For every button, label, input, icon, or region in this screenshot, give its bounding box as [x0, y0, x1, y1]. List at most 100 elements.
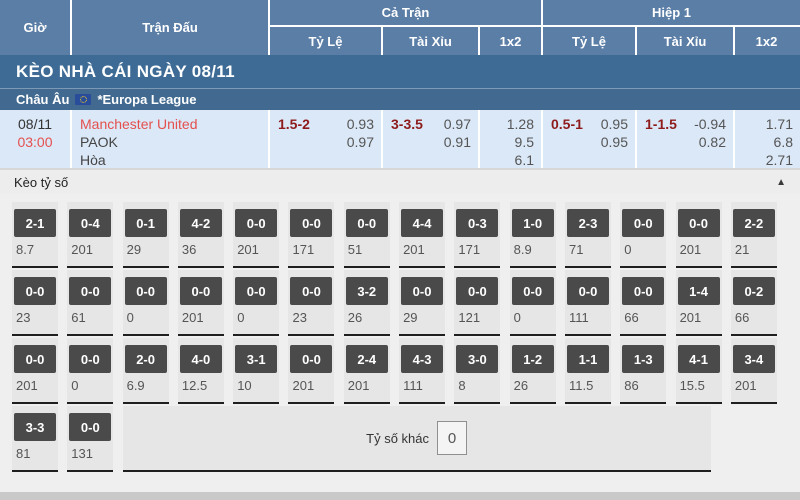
score-box[interactable]: 0-4: [69, 209, 111, 237]
score-box[interactable]: 4-4: [401, 209, 443, 237]
score-cell[interactable]: 0-066: [620, 270, 666, 336]
score-cell[interactable]: 0-029: [399, 270, 445, 336]
other-score-input[interactable]: [437, 421, 467, 455]
score-cell[interactable]: 2-221: [731, 202, 777, 268]
half-handicap-odd-away[interactable]: 0.95: [601, 133, 628, 151]
score-cell[interactable]: 0-00: [123, 270, 169, 336]
score-box[interactable]: 0-0: [678, 209, 720, 237]
score-cell[interactable]: 2-18.7: [12, 202, 58, 268]
score-cell[interactable]: 1-386: [620, 338, 666, 404]
score-cell[interactable]: 0-4201: [67, 202, 113, 268]
half-under-odd[interactable]: 0.82: [694, 133, 726, 151]
score-box[interactable]: 0-0: [622, 277, 664, 305]
score-box[interactable]: 1-0: [512, 209, 554, 237]
score-cell[interactable]: 3-08: [454, 338, 500, 404]
score-box[interactable]: 0-0: [290, 345, 332, 373]
score-box[interactable]: 2-2: [733, 209, 775, 237]
score-cell[interactable]: 0-051: [344, 202, 390, 268]
score-cell[interactable]: 3-4201: [731, 338, 777, 404]
full-1x2-cell[interactable]: 1.28 9.5 6.1: [480, 110, 543, 168]
score-cell[interactable]: 0-023: [288, 270, 334, 336]
score-cell[interactable]: 0-0201: [178, 270, 224, 336]
home-team[interactable]: Manchester United: [80, 115, 268, 133]
half-over-odd[interactable]: -0.94: [694, 115, 726, 133]
score-box[interactable]: 2-3: [567, 209, 609, 237]
score-box[interactable]: 0-0: [180, 277, 222, 305]
full-1x2-draw[interactable]: 6.1: [480, 151, 534, 169]
score-cell[interactable]: 0-0111: [565, 270, 611, 336]
score-cell[interactable]: 0-0121: [454, 270, 500, 336]
score-box[interactable]: 0-0: [290, 277, 332, 305]
score-cell[interactable]: 4-3111: [399, 338, 445, 404]
score-box[interactable]: 0-2: [733, 277, 775, 305]
score-box[interactable]: 3-0: [456, 345, 498, 373]
score-cell[interactable]: 3-381: [12, 406, 58, 472]
half-1x2-home[interactable]: 1.71: [735, 115, 793, 133]
score-box[interactable]: 0-0: [235, 277, 277, 305]
score-box[interactable]: 1-4: [678, 277, 720, 305]
score-cell[interactable]: 0-00: [233, 270, 279, 336]
score-box[interactable]: 3-1: [235, 345, 277, 373]
score-cell[interactable]: 4-4201: [399, 202, 445, 268]
score-cell[interactable]: 0-0201: [676, 202, 722, 268]
full-under-odd[interactable]: 0.91: [444, 133, 471, 151]
score-box[interactable]: 0-0: [622, 209, 664, 237]
score-cell[interactable]: 2-4201: [344, 338, 390, 404]
score-cell[interactable]: 0-00: [620, 202, 666, 268]
score-cell[interactable]: 4-012.5: [178, 338, 224, 404]
half-handicap-cell[interactable]: 0.5-1 0.95 0.95: [543, 110, 637, 168]
score-box[interactable]: 0-1: [125, 209, 167, 237]
score-box[interactable]: 0-0: [125, 277, 167, 305]
full-over-odd[interactable]: 0.97: [444, 115, 471, 133]
collapse-arrow-icon[interactable]: ▲: [776, 177, 786, 188]
score-cell[interactable]: 3-226: [344, 270, 390, 336]
match-teams-cell[interactable]: Manchester United PAOK Hòa: [72, 110, 270, 168]
score-cell[interactable]: 1-4201: [676, 270, 722, 336]
full-handicap-odd-home[interactable]: 0.93: [347, 115, 374, 133]
full-handicap-odd-away[interactable]: 0.97: [347, 133, 374, 151]
score-box[interactable]: 1-2: [512, 345, 554, 373]
score-cell[interactable]: 0-266: [731, 270, 777, 336]
score-cell[interactable]: 1-111.5: [565, 338, 611, 404]
score-box[interactable]: 4-2: [180, 209, 222, 237]
score-box[interactable]: 0-0: [69, 345, 111, 373]
full-1x2-away[interactable]: 9.5: [480, 133, 534, 151]
score-box[interactable]: 0-0: [235, 209, 277, 237]
half-handicap-odd-home[interactable]: 0.95: [601, 115, 628, 133]
score-box[interactable]: 1-3: [622, 345, 664, 373]
score-box[interactable]: 3-2: [346, 277, 388, 305]
score-cell[interactable]: 4-236: [178, 202, 224, 268]
half-overunder-cell[interactable]: 1-1.5 -0.94 0.82: [637, 110, 735, 168]
score-cell[interactable]: 0-0201: [233, 202, 279, 268]
score-cell[interactable]: 1-226: [510, 338, 556, 404]
score-cell[interactable]: 0-129: [123, 202, 169, 268]
score-section-bar[interactable]: Kèo tỷ số ▲: [0, 168, 800, 194]
score-box[interactable]: 0-0: [346, 209, 388, 237]
full-1x2-home[interactable]: 1.28: [480, 115, 534, 133]
score-cell[interactable]: 0-00: [510, 270, 556, 336]
score-cell[interactable]: 0-00: [67, 338, 113, 404]
league-row[interactable]: Châu Âu *Europa League: [0, 88, 800, 110]
score-box[interactable]: 0-0: [567, 277, 609, 305]
half-1x2-cell[interactable]: 1.71 6.8 2.71: [735, 110, 800, 168]
score-cell[interactable]: 3-110: [233, 338, 279, 404]
half-1x2-away[interactable]: 6.8: [735, 133, 793, 151]
score-box[interactable]: 3-3: [14, 413, 56, 441]
score-box[interactable]: 0-0: [14, 277, 56, 305]
score-box[interactable]: 0-0: [401, 277, 443, 305]
score-cell[interactable]: 0-061: [67, 270, 113, 336]
score-cell[interactable]: 0-0131: [67, 406, 113, 472]
score-box[interactable]: 0-0: [69, 277, 111, 305]
score-box[interactable]: 4-1: [678, 345, 720, 373]
score-box[interactable]: 0-3: [456, 209, 498, 237]
bottom-scrollbar[interactable]: [0, 492, 800, 500]
score-box[interactable]: 2-4: [346, 345, 388, 373]
score-box[interactable]: 4-0: [180, 345, 222, 373]
full-overunder-cell[interactable]: 3-3.5 0.97 0.91: [383, 110, 480, 168]
score-cell[interactable]: 0-0171: [288, 202, 334, 268]
score-cell[interactable]: 2-371: [565, 202, 611, 268]
score-box[interactable]: 0-0: [512, 277, 554, 305]
score-cell[interactable]: 0-0201: [12, 338, 58, 404]
score-box[interactable]: 2-0: [125, 345, 167, 373]
score-box[interactable]: 1-1: [567, 345, 609, 373]
